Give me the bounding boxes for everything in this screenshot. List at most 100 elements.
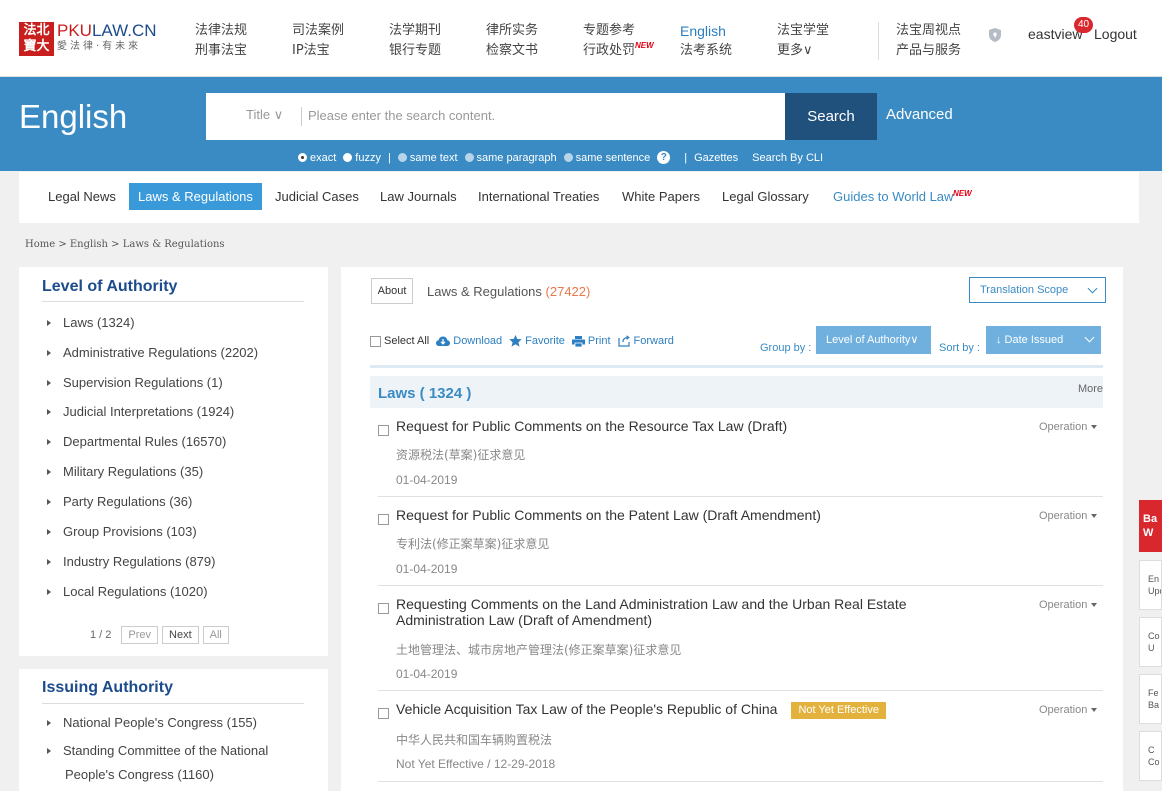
nav-link[interactable]: 产品与服务 (896, 41, 961, 61)
side-link[interactable]: Co U (1139, 617, 1162, 667)
shield-icon[interactable] (989, 28, 1001, 42)
nav-link[interactable]: 专题参考 (583, 21, 635, 41)
next-button[interactable]: Next (162, 626, 199, 644)
operation-menu[interactable]: Operation (1039, 510, 1097, 522)
same-paragraph-radio[interactable] (464, 153, 474, 162)
filter-item[interactable]: Supervision Regulations (1) (47, 375, 223, 390)
favorite-button[interactable]: Favorite (509, 335, 565, 347)
share-icon (617, 335, 630, 347)
tab-laws-regulations[interactable]: Laws & Regulations (129, 183, 262, 210)
result-checkbox[interactable] (378, 603, 389, 614)
print-button[interactable]: Print (571, 335, 611, 347)
result-checkbox[interactable] (378, 708, 389, 719)
nav-link[interactable]: 法宝周视点 (896, 21, 961, 41)
issuing-filter-panel: Issuing Authority National People's Cong… (19, 669, 328, 791)
nav-col-6: English 法考系统 (680, 21, 732, 61)
operation-menu[interactable]: Operation (1039, 421, 1097, 433)
filter-item[interactable]: Departmental Rules (16570) (47, 434, 226, 449)
download-button[interactable]: Download (436, 335, 502, 347)
side-link[interactable]: Fe Ba (1139, 674, 1162, 724)
search-input[interactable]: Please enter the search content. (308, 108, 495, 123)
results-panel: About Laws & Regulations (27422) Transla… (341, 267, 1123, 791)
nav-link[interactable]: 法学期刊 (389, 21, 441, 41)
same-sentence-radio[interactable] (563, 153, 573, 162)
logout-link[interactable]: Logout (1094, 26, 1137, 42)
site-logo[interactable]: 法北 寶大 PKULAW.CN 愛法律·有未來 (19, 22, 157, 56)
tab-guides-to-world-law[interactable]: Guides to World Law NEW (824, 183, 972, 210)
panel-heading: Issuing Authority (42, 679, 173, 696)
sort-by-select[interactable]: ↓ Date Issued (986, 326, 1101, 354)
result-title[interactable]: Requesting Comments on the Land Administ… (396, 596, 956, 628)
result-date: 01-04-2019 (396, 473, 458, 487)
filter-item[interactable]: National People's Congress (155) (47, 715, 257, 730)
select-all-checkbox[interactable] (370, 335, 381, 347)
filter-item[interactable]: Judicial Interpretations (1924) (47, 404, 234, 419)
tab-law-journals[interactable]: Law Journals (371, 183, 466, 210)
nav-link[interactable]: 律所实务 (486, 21, 538, 41)
search-scope-select[interactable]: Title ∨ (246, 107, 283, 123)
prev-button[interactable]: Prev (121, 626, 159, 644)
operation-menu[interactable]: Operation (1039, 704, 1097, 716)
result-checkbox[interactable] (378, 514, 389, 525)
result-checkbox[interactable] (378, 425, 389, 436)
nav-link[interactable]: 银行专题 (389, 41, 441, 61)
result-chinese-title: 土地管理法、城市房地产管理法(修正案草案)征求意见 (396, 643, 682, 657)
tab-legal-news[interactable]: Legal News (39, 183, 125, 210)
side-promo[interactable]: Ba W (1139, 500, 1162, 552)
result-title[interactable]: Request for Public Comments on the Paten… (396, 507, 956, 523)
help-icon[interactable]: ? (657, 151, 671, 164)
nav-divider (878, 22, 879, 60)
operation-menu[interactable]: Operation (1039, 599, 1097, 611)
tab-judicial-cases[interactable]: Judicial Cases (266, 183, 368, 210)
fuzzy-radio[interactable] (343, 153, 353, 162)
result-title[interactable]: Vehicle Acquisition Tax Law of the Peopl… (396, 701, 996, 719)
tab-white-papers[interactable]: White Papers (613, 183, 709, 210)
nav-link[interactable]: 刑事法宝 (195, 41, 247, 61)
result-title[interactable]: Request for Public Comments on the Resou… (396, 418, 956, 434)
result-chinese-title: 专利法(修正案草案)征求意见 (396, 537, 550, 551)
search-by-cli-link[interactable]: Search By CLI (752, 152, 823, 164)
filter-item[interactable]: Party Regulations (36) (47, 494, 192, 509)
more-link[interactable]: More (1078, 383, 1103, 395)
filter-item[interactable]: Laws (1324) (47, 315, 135, 330)
nav-link[interactable]: 更多∨ (777, 41, 829, 61)
filter-item[interactable]: Group Provisions (103) (47, 524, 197, 539)
filter-item[interactable]: Administrative Regulations (2202) (47, 345, 258, 360)
side-link[interactable]: C Co (1139, 731, 1162, 781)
result-chinese-title: 中华人民共和国车辆购置税法 (396, 733, 553, 747)
filter-item[interactable]: Standing Committee of the National (47, 743, 268, 758)
same-text-radio[interactable] (397, 153, 407, 162)
nav-link[interactable]: 司法案例 (292, 21, 344, 41)
advanced-search-link[interactable]: Advanced (886, 106, 953, 123)
nav-link[interactable]: 法考系统 (680, 41, 732, 61)
nav-link[interactable]: 行政处罚 NEW (583, 41, 654, 61)
notification-badge[interactable]: 40 (1074, 17, 1093, 33)
nav-link[interactable]: 法律法规 (195, 21, 247, 41)
nav-link[interactable]: IP法宝 (292, 41, 344, 61)
filter-item[interactable]: Local Regulations (1020) (47, 584, 208, 599)
gazettes-link[interactable]: Gazettes (694, 152, 738, 164)
all-button[interactable]: All (202, 626, 229, 644)
nav-link[interactable]: 法宝学堂 (777, 21, 829, 41)
group-by-select[interactable]: Level of Authority∨ (816, 326, 931, 354)
search-button[interactable]: Search (785, 93, 877, 140)
select-all-label[interactable]: Select All (384, 335, 429, 347)
page-indicator: 1 / 2 (90, 629, 112, 641)
nav-col-8: 法宝周视点 产品与服务 (896, 21, 961, 61)
new-tag: NEW (953, 189, 972, 198)
filter-item[interactable]: Military Regulations (35) (47, 464, 203, 479)
filter-item[interactable]: Industry Regulations (879) (47, 554, 215, 569)
translation-scope-select[interactable]: Translation Scope (969, 277, 1106, 303)
exact-radio[interactable] (298, 153, 307, 162)
nav-link[interactable]: 检察文书 (486, 41, 538, 61)
nav-link-english[interactable]: English (680, 21, 732, 41)
about-button[interactable]: About (371, 278, 413, 304)
section-title[interactable]: Laws ( 1324 ) (378, 385, 471, 402)
forward-button[interactable]: Forward (617, 335, 674, 347)
tab-international-treaties[interactable]: International Treaties (469, 183, 608, 210)
nav-col-7: 法宝学堂 更多∨ (777, 21, 829, 61)
nav-col-4: 律所实务 检察文书 (486, 21, 538, 61)
filter-item-continued[interactable]: People's Congress (1160) (47, 767, 214, 782)
tab-legal-glossary[interactable]: Legal Glossary (713, 183, 818, 210)
side-link[interactable]: EnUpd (1139, 560, 1162, 610)
